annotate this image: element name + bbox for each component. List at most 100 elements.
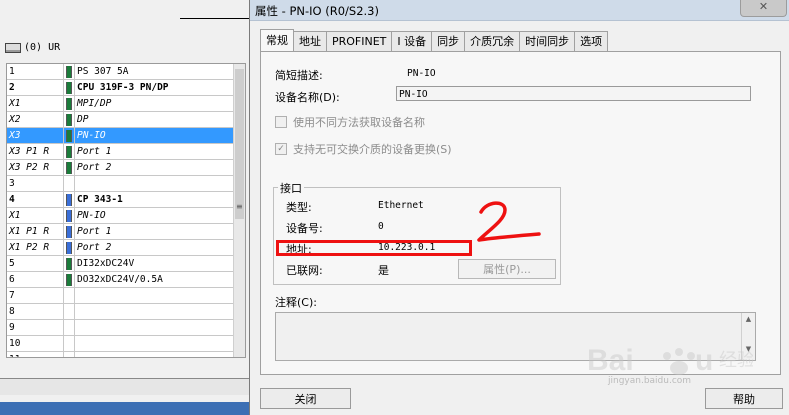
rack-row[interactable]: X3 P2 R Port 2 (7, 159, 233, 176)
rack-grid: 1 PS 307 5A 2 CPU 319F-3 PN/DP X1 MPI/DP X2 DP X… (7, 64, 233, 358)
networked-value: 是 (378, 264, 389, 277)
rack-slot-cell: X3 P1 R (7, 143, 64, 160)
rack-module-cell (74, 351, 233, 357)
scrollbar-thumb[interactable] (235, 69, 244, 219)
rack-row[interactable]: 11 (7, 351, 233, 358)
rack-scrollbar[interactable]: ≡ (233, 64, 245, 357)
tab-options[interactable]: 选项 (574, 31, 609, 51)
module-icon (66, 65, 72, 78)
rack-icon-cell (63, 287, 75, 304)
station-header[interactable]: (0) UR (5, 42, 60, 53)
rack-icon (5, 42, 21, 53)
replace-device-checkbox-label: 支持无可交换介质的设备更换(S) (293, 143, 452, 156)
rack-row[interactable]: 7 (7, 287, 233, 304)
rack-module-cell (74, 335, 233, 352)
rack-row[interactable]: 4 CP 343-1 (7, 191, 233, 208)
rack-slot-cell: X1 P1 R (7, 223, 64, 240)
close-window-button[interactable]: ✕ (740, 0, 787, 17)
rack-icon-cell (63, 207, 75, 224)
rack-icon-cell (63, 335, 75, 352)
rack-module-cell: DO32xDC24V/0.5A (74, 271, 233, 288)
device-name-field[interactable]: PN-IO (396, 86, 751, 101)
rack-slot-cell: 1 (7, 64, 64, 80)
rack-row[interactable]: X1 MPI/DP (7, 95, 233, 112)
rack-icon-cell (63, 223, 75, 240)
rack-slot-cell: X1 (7, 95, 64, 112)
svg-text:经验: 经验 (719, 350, 753, 371)
divider (180, 18, 249, 19)
module-icon (66, 178, 70, 190)
rack-icon-cell (63, 175, 75, 192)
comment-label: 注释(C): (275, 296, 317, 309)
rack-row[interactable]: X1 P1 R Port 1 (7, 223, 233, 240)
device-name-label: 设备名称(D): (275, 91, 340, 104)
scroll-up-icon[interactable]: ▲ (742, 313, 755, 326)
tab-time-sync[interactable]: 时间同步 (519, 31, 576, 51)
rack-icon-cell (63, 159, 75, 176)
module-icon (66, 354, 70, 358)
rack-module-cell: DI32xDC24V (74, 255, 233, 272)
properties-button[interactable]: 属性(P)... (458, 259, 556, 279)
tab-media-redundancy[interactable]: 介质冗余 (464, 31, 521, 51)
rack-row[interactable]: X3 PN-IO (7, 127, 233, 144)
rack-table[interactable]: 1 PS 307 5A 2 CPU 319F-3 PN/DP X1 MPI/DP X2 DP X… (6, 63, 246, 358)
rack-icon-cell (63, 143, 75, 160)
rack-module-cell: PS 307 5A (74, 64, 233, 80)
rack-row[interactable]: 1 PS 307 5A (7, 64, 233, 80)
rack-module-cell (74, 175, 233, 192)
rack-slot-cell: 9 (7, 319, 64, 336)
rack-row[interactable]: 6 DO32xDC24V/0.5A (7, 271, 233, 288)
short-desc-label: 简短描述: (275, 69, 323, 82)
dialog-titlebar[interactable]: 属性 - PN-IO (R0/S2.3) ✕ (250, 0, 789, 21)
rack-module-cell: Port 1 (74, 143, 233, 160)
type-label: 类型: (286, 201, 312, 214)
rack-icon-cell (63, 79, 75, 96)
rack-row[interactable]: 3 (7, 175, 233, 192)
module-icon (66, 322, 70, 334)
rack-row[interactable]: X2 DP (7, 111, 233, 128)
rack-row[interactable]: X3 P1 R Port 1 (7, 143, 233, 160)
rack-module-cell: Port 1 (74, 223, 233, 240)
tab-profinet[interactable]: PROFINET (326, 31, 393, 51)
handwritten-annotation (477, 201, 541, 242)
tab-i-device[interactable]: I 设备 (391, 31, 433, 51)
checkbox-box (275, 116, 287, 128)
rack-row[interactable]: 9 (7, 319, 233, 336)
rack-module-cell: MPI/DP (74, 95, 233, 112)
get-name-checkbox[interactable]: 使用不同方法获取设备名称 (275, 114, 425, 130)
address-highlight-box (276, 240, 472, 256)
watermark-url: jingyan.baidu.com (608, 376, 692, 386)
rack-row[interactable]: X1 PN-IO (7, 207, 233, 224)
rack-module-cell: CP 343-1 (74, 191, 233, 208)
rack-icon-cell (63, 95, 75, 112)
rack-row[interactable]: 8 (7, 303, 233, 320)
tab-general[interactable]: 常规 (260, 29, 294, 51)
module-icon (66, 338, 70, 350)
rack-row[interactable]: 5 DI32xDC24V (7, 255, 233, 272)
module-icon (66, 290, 70, 302)
module-icon (66, 306, 70, 318)
module-icon (66, 241, 72, 254)
rack-module-cell: DP (74, 111, 233, 128)
rack-icon-cell (63, 319, 75, 336)
replace-device-checkbox[interactable]: ✓ 支持无可交换介质的设备更换(S) (275, 141, 452, 157)
module-icon (66, 193, 72, 206)
close-button[interactable]: 关闭 (260, 388, 351, 409)
rack-row[interactable]: 10 (7, 335, 233, 352)
tab-sync[interactable]: 同步 (431, 31, 466, 51)
tab-address[interactable]: 地址 (293, 31, 327, 51)
rack-module-cell: PN-IO (74, 207, 233, 224)
rack-module-cell: CPU 319F-3 PN/DP (74, 79, 233, 96)
get-name-checkbox-label: 使用不同方法获取设备名称 (293, 116, 425, 129)
svg-text:u: u (695, 344, 713, 377)
rack-row[interactable]: X1 P2 R Port 2 (7, 239, 233, 256)
rack-module-cell (74, 319, 233, 336)
module-icon (66, 145, 72, 158)
rack-slot-cell: 10 (7, 335, 64, 352)
rack-row[interactable]: 2 CPU 319F-3 PN/DP (7, 79, 233, 96)
networked-label: 已联网: (286, 264, 323, 277)
rack-slot-cell: 4 (7, 191, 64, 208)
check-icon: ✓ (275, 143, 287, 155)
baidu-watermark-logo: Bai u 经验 (587, 344, 753, 377)
module-icon (66, 161, 72, 174)
